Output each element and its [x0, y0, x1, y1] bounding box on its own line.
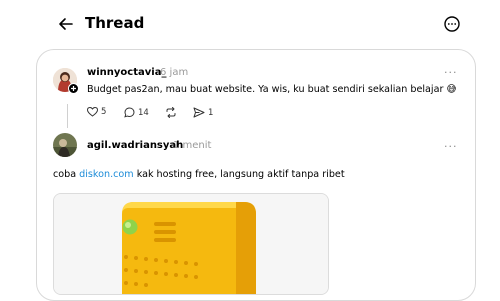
post-time: 1 menit [173, 140, 212, 151]
comment-count: 14 [138, 107, 149, 118]
post-text: coba diskon.com kak hosting free, langsu… [53, 169, 345, 180]
arrow-left-icon[interactable] [57, 15, 75, 33]
post-options-button[interactable]: ··· [444, 66, 458, 79]
follow-plus-icon[interactable] [68, 83, 79, 94]
repost-button[interactable] [165, 107, 177, 118]
send-icon [193, 107, 205, 118]
avatar-photo [53, 133, 77, 157]
avatar[interactable] [53, 133, 77, 157]
thread-line [67, 104, 68, 128]
post-text-before: coba [53, 169, 80, 180]
share-button[interactable]: 1 [193, 107, 213, 118]
comment-button[interactable]: 14 [124, 107, 149, 118]
link-diskon[interactable]: diskon.com [79, 169, 133, 180]
post-options-button[interactable]: ··· [444, 140, 458, 153]
repost-icon [166, 107, 176, 118]
more-circle-icon[interactable] [443, 15, 461, 33]
share-count: 1 [208, 107, 214, 118]
username[interactable]: agil.wadriansyah [87, 140, 183, 151]
post-text: Budget pas2an, mau buat website. Ya wis,… [87, 84, 457, 95]
page-title: Thread [85, 14, 145, 32]
post-image[interactable] [53, 193, 329, 295]
post-text-after: kak hosting free, langsung aktif tanpa r… [133, 169, 345, 180]
server-illustration [54, 194, 328, 294]
comment-icon [124, 107, 135, 118]
username[interactable]: winnyoctavia_ [87, 67, 166, 78]
post-time: 6 jam [160, 67, 189, 78]
heart-icon [87, 107, 98, 117]
like-button[interactable]: 5 [87, 107, 106, 117]
like-count: 5 [101, 107, 107, 117]
top-bar: Thread [0, 0, 500, 48]
